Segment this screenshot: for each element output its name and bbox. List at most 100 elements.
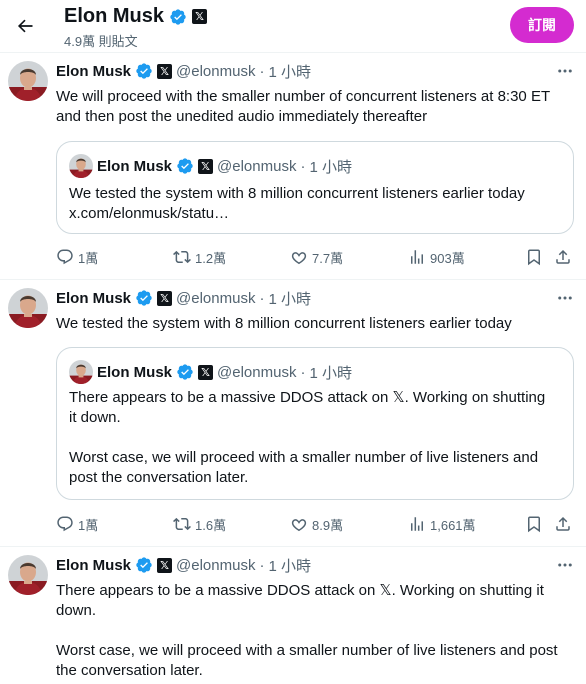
verified-badge-icon: [136, 63, 152, 79]
x-affiliation-icon: 𝕏: [198, 158, 214, 174]
x-affiliation-icon: 𝕏: [157, 557, 173, 573]
separator-dot: ·: [259, 289, 265, 307]
separator-dot: ·: [259, 556, 265, 574]
quoted-time: 1 小時: [309, 364, 352, 382]
x-affiliation-icon: 𝕏: [198, 364, 214, 380]
views-button[interactable]: 1,661萬: [408, 514, 476, 534]
avatar[interactable]: [8, 555, 48, 595]
x-badge-glyph: 𝕏: [160, 558, 169, 572]
author-name[interactable]: Elon Musk: [56, 290, 131, 307]
views-chart-icon: [411, 250, 423, 264]
heart-icon: [291, 252, 307, 265]
like-count: 8.9萬: [312, 517, 344, 533]
repost-button[interactable]: 1.6萬: [173, 514, 226, 534]
x-affiliation-icon: 𝕏: [157, 290, 173, 306]
more-options-button[interactable]: [554, 289, 576, 307]
heart-icon: [291, 519, 307, 532]
verified-badge-icon: [177, 158, 193, 174]
author-handle[interactable]: @elonmusk: [176, 290, 255, 307]
repost-icon: [173, 517, 191, 531]
quoted-text: There appears to be a massive DDOS attac…: [69, 389, 546, 486]
share-icon: [556, 516, 570, 531]
tweet-header: Elon Musk 𝕏 @elonmusk · 1 小時: [56, 555, 311, 575]
tweet-actions: 1萬 1.6萬 8.9萬 1,661萬: [56, 514, 576, 534]
view-count: 903萬: [430, 250, 465, 266]
tweet-header: Elon Musk 𝕏 @elonmusk · 1 小時: [56, 61, 311, 81]
author-handle[interactable]: @elonmusk: [176, 557, 255, 574]
reply-icon: [57, 249, 73, 265]
repost-icon: [173, 250, 191, 264]
share-icon: [556, 249, 570, 264]
bookmark-icon: [528, 249, 540, 266]
share-button[interactable]: [554, 247, 572, 267]
author-name[interactable]: Elon Musk: [56, 63, 131, 80]
bookmark-button[interactable]: [525, 514, 543, 534]
quoted-header: Elon Musk 𝕏 @elonmusk · 1 小時: [97, 362, 352, 382]
reply-button[interactable]: 1萬: [56, 514, 98, 534]
quoted-time: 1 小時: [309, 158, 352, 176]
verified-badge-icon: [177, 364, 193, 380]
repost-button[interactable]: 1.2萬: [173, 247, 226, 267]
reply-count: 1萬: [78, 517, 99, 533]
quoted-tweet[interactable]: Elon Musk 𝕏 @elonmusk · 1 小時 There appea…: [56, 347, 574, 500]
more-options-button[interactable]: [554, 556, 576, 574]
tweet[interactable]: Elon Musk 𝕏 @elonmusk · 1 小時 We tested t…: [0, 279, 586, 546]
x-badge-glyph: 𝕏: [195, 10, 204, 23]
repost-count: 1.2萬: [195, 250, 227, 266]
separator-dot: ·: [300, 157, 306, 175]
tweet[interactable]: Elon Musk 𝕏 @elonmusk · 1 小時 There appea…: [0, 546, 586, 684]
profile-name: Elon Musk: [64, 5, 165, 27]
quoted-author-name: Elon Musk: [97, 363, 173, 381]
tweet-header: Elon Musk 𝕏 @elonmusk · 1 小時: [56, 288, 311, 308]
more-icon: [558, 563, 572, 567]
x-badge-glyph: 𝕏: [201, 159, 210, 173]
like-button[interactable]: 8.9萬: [290, 514, 343, 534]
quoted-avatar: [69, 360, 93, 384]
reply-icon: [57, 516, 73, 532]
reply-button[interactable]: 1萬: [56, 247, 98, 267]
quoted-text: We tested the system with 8 million conc…: [69, 185, 525, 222]
quoted-avatar: [69, 154, 93, 178]
subscribe-button[interactable]: 訂閱: [510, 7, 574, 43]
share-button[interactable]: [554, 514, 572, 534]
tweet-actions: 1萬 1.2萬 7.7萬 903萬: [56, 247, 576, 267]
more-icon: [558, 296, 572, 300]
avatar[interactable]: [8, 61, 48, 101]
x-affiliation-icon: 𝕏: [192, 9, 208, 24]
like-count: 7.7萬: [312, 250, 344, 266]
repost-count: 1.6萬: [195, 517, 227, 533]
quoted-header: Elon Musk 𝕏 @elonmusk · 1 小時: [97, 156, 352, 176]
tweet-time[interactable]: 1 小時: [268, 61, 311, 82]
verified-badge-icon: [136, 290, 152, 306]
verified-badge-icon: [170, 8, 186, 25]
x-badge-glyph: 𝕏: [160, 64, 169, 78]
quoted-author-name: Elon Musk: [97, 157, 173, 175]
quoted-handle: @elonmusk: [217, 157, 297, 175]
tweet-text: We tested the system with 8 million conc…: [56, 315, 512, 332]
reply-count: 1萬: [78, 250, 99, 266]
x-badge-glyph: 𝕏: [201, 365, 210, 379]
separator-dot: ·: [259, 62, 265, 80]
profile-header: Elon Musk 𝕏 4.9萬 則貼文 訂閱: [0, 0, 586, 52]
bookmark-button[interactable]: [525, 247, 543, 267]
x-affiliation-icon: 𝕏: [157, 63, 173, 79]
tweet-text: We will proceed with the smaller number …: [56, 88, 551, 125]
like-button[interactable]: 7.7萬: [290, 247, 343, 267]
avatar[interactable]: [8, 288, 48, 328]
tweet-time[interactable]: 1 小時: [268, 555, 311, 576]
quoted-tweet[interactable]: Elon Musk 𝕏 @elonmusk · 1 小時 We tested t…: [56, 141, 574, 234]
quoted-handle: @elonmusk: [217, 363, 297, 381]
verified-badge-icon: [136, 557, 152, 573]
post-count: 4.9萬 則貼文: [64, 34, 138, 49]
tweet-time[interactable]: 1 小時: [268, 288, 311, 309]
separator-dot: ·: [300, 363, 306, 381]
author-name[interactable]: Elon Musk: [56, 557, 131, 574]
tweet-text: There appears to be a massive DDOS attac…: [56, 582, 558, 679]
back-arrow-icon: [17, 19, 33, 33]
back-button[interactable]: [8, 9, 42, 43]
tweet[interactable]: Elon Musk 𝕏 @elonmusk · 1 小時 We will pro…: [0, 52, 586, 277]
views-button[interactable]: 903萬: [408, 247, 465, 267]
views-chart-icon: [411, 517, 423, 531]
more-options-button[interactable]: [554, 62, 576, 80]
author-handle[interactable]: @elonmusk: [176, 63, 255, 80]
